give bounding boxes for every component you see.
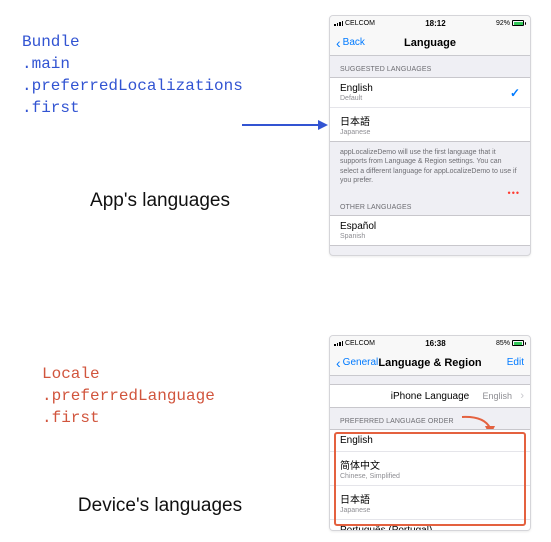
lang-row-english[interactable]: English Default ✓ bbox=[330, 78, 530, 108]
checkmark-icon: ✓ bbox=[510, 86, 520, 100]
lang-name: English bbox=[340, 435, 520, 446]
caption-app-languages: App's languages bbox=[0, 190, 320, 212]
order-row-chinese[interactable]: 简体中文 Chinese, Simplified bbox=[330, 452, 530, 486]
group-iphone-language: iPhone Language English › bbox=[330, 384, 530, 408]
clock: 18:12 bbox=[425, 19, 445, 28]
order-row-english[interactable]: English bbox=[330, 430, 530, 452]
header-preferred-order: PREFERRED LANGUAGE ORDER bbox=[330, 408, 530, 429]
battery-percent: 85% bbox=[496, 340, 510, 347]
battery-icon bbox=[512, 20, 526, 26]
lang-row-japanese[interactable]: 日本語 Japanese bbox=[330, 108, 530, 141]
lang-name: Português (Portugal) bbox=[340, 525, 520, 531]
code-locale: Locale .preferredLanguage .first bbox=[42, 363, 215, 429]
battery-percent: 92% bbox=[496, 20, 510, 27]
arrow-to-app-lang bbox=[242, 120, 328, 130]
nav-bar: ‹ Back Language bbox=[330, 30, 530, 56]
clock: 16:38 bbox=[425, 339, 445, 348]
lang-sub: Default bbox=[340, 95, 520, 102]
status-bar: CELCOM 16:38 85% bbox=[330, 336, 530, 350]
row-iphone-language[interactable]: iPhone Language English › bbox=[330, 385, 530, 407]
group-other: Español Spanish bbox=[330, 215, 530, 246]
nav-bar: ‹ General Language & Region Edit bbox=[330, 350, 530, 376]
section-device-languages: Locale .preferredLanguage .first Device'… bbox=[0, 335, 551, 535]
carrier-label: CELCOM bbox=[345, 340, 375, 347]
lang-name: English bbox=[340, 83, 520, 94]
group-preferred-order: English 简体中文 Chinese, Simplified 日本語 Jap… bbox=[330, 429, 530, 531]
lang-name: 简体中文 bbox=[340, 457, 520, 472]
back-button[interactable]: ‹ Back bbox=[336, 36, 365, 50]
back-label: Back bbox=[343, 37, 365, 48]
battery-icon bbox=[512, 340, 526, 346]
order-row-portuguese[interactable]: Português (Portugal) Portuguese (Portuga… bbox=[330, 520, 530, 531]
back-label: General bbox=[343, 357, 379, 368]
more-indicator: ••• bbox=[330, 188, 530, 198]
chevron-right-icon: › bbox=[520, 390, 524, 402]
code-bundle: Bundle .main .preferredLocalizations .fi… bbox=[22, 31, 243, 119]
chevron-left-icon: ‹ bbox=[336, 36, 341, 50]
section-app-languages: Bundle .main .preferredLocalizations .fi… bbox=[0, 15, 551, 265]
signal-icon bbox=[334, 21, 343, 26]
lang-sub: Japanese bbox=[340, 507, 520, 514]
lang-name: Español bbox=[340, 221, 520, 232]
carrier-label: CELCOM bbox=[345, 20, 375, 27]
phone-app-language-settings: CELCOM 18:12 92% ‹ Back Language SUGGEST… bbox=[329, 15, 531, 256]
phone-device-language-settings: CELCOM 16:38 85% ‹ General Language & Re… bbox=[329, 335, 531, 531]
lang-sub: Chinese, Simplified bbox=[340, 473, 520, 480]
lang-name: 日本語 bbox=[340, 491, 520, 506]
order-row-japanese[interactable]: 日本語 Japanese bbox=[330, 486, 530, 520]
chevron-left-icon: ‹ bbox=[336, 356, 341, 370]
row-value: English bbox=[482, 391, 512, 401]
group-suggested: English Default ✓ 日本語 Japanese bbox=[330, 77, 530, 142]
footer-note: appLocalizeDemo will use the first langu… bbox=[330, 142, 530, 190]
lang-sub: Spanish bbox=[340, 233, 520, 240]
lang-sub: Japanese bbox=[340, 129, 520, 136]
lang-name: 日本語 bbox=[340, 113, 520, 128]
header-suggested: SUGGESTED LANGUAGES bbox=[330, 56, 530, 77]
row-label: iPhone Language bbox=[391, 391, 469, 402]
back-button[interactable]: ‹ General bbox=[336, 356, 378, 370]
status-bar: CELCOM 18:12 92% bbox=[330, 16, 530, 30]
signal-icon bbox=[334, 341, 343, 346]
lang-row-spanish[interactable]: Español Spanish bbox=[330, 216, 530, 245]
edit-button[interactable]: Edit bbox=[507, 357, 524, 368]
caption-device-languages: Device's languages bbox=[0, 495, 320, 517]
header-other: OTHER LANGUAGES bbox=[330, 198, 530, 215]
